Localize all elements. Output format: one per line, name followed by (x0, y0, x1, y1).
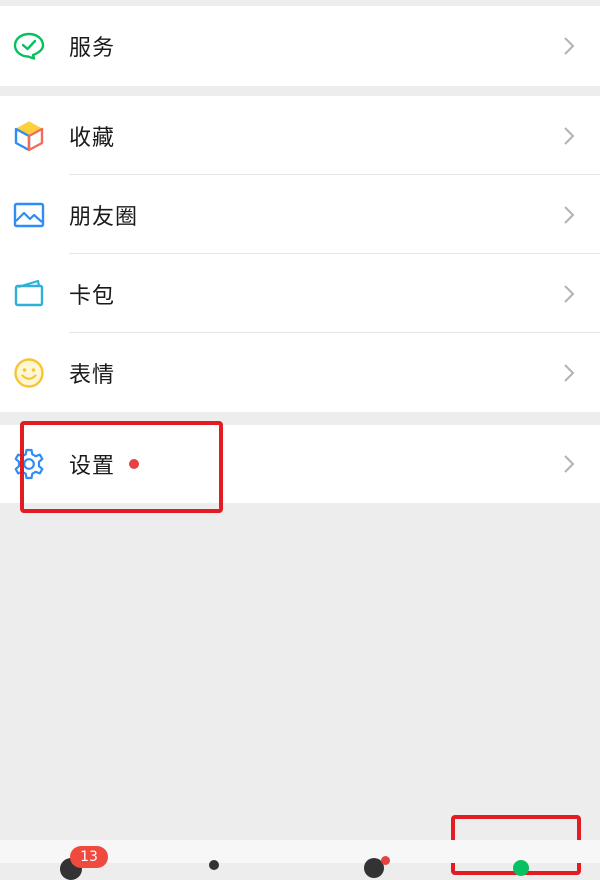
chats-unread-badge: 13 (70, 846, 108, 868)
menu-item-stickers[interactable]: 表情 (0, 333, 600, 413)
wechat-pay-icon (13, 32, 45, 60)
chevron-right-icon (564, 285, 575, 303)
menu-item-label: 服务 (69, 36, 116, 61)
menu-item-label: 表情 (69, 363, 116, 388)
moments-picture-icon (13, 202, 45, 228)
features-group: 收藏 朋友圈 卡包 表情 (0, 96, 600, 412)
menu-item-services[interactable]: 服务 (0, 6, 600, 86)
settings-highlight-box (20, 421, 223, 513)
services-group: 服务 (0, 6, 600, 86)
contacts-tab-icon[interactable] (209, 860, 219, 870)
favorites-cube-icon (14, 121, 44, 152)
menu-item-card-wallet[interactable]: 卡包 (0, 254, 600, 334)
chevron-right-icon (564, 206, 575, 224)
chevron-right-icon (564, 364, 575, 382)
smiley-icon (14, 358, 44, 388)
menu-item-label: 朋友圈 (69, 205, 139, 230)
discover-notification-dot (381, 856, 390, 865)
me-tab-icon[interactable] (513, 860, 529, 876)
menu-item-favorites[interactable]: 收藏 (0, 96, 600, 176)
chevron-right-icon (564, 37, 575, 55)
menu-item-moments[interactable]: 朋友圈 (0, 175, 600, 255)
menu-item-label: 卡包 (69, 284, 116, 309)
chevron-right-icon (564, 455, 575, 473)
menu-item-label: 收藏 (69, 126, 116, 151)
card-wallet-icon (14, 279, 44, 307)
chevron-right-icon (564, 127, 575, 145)
